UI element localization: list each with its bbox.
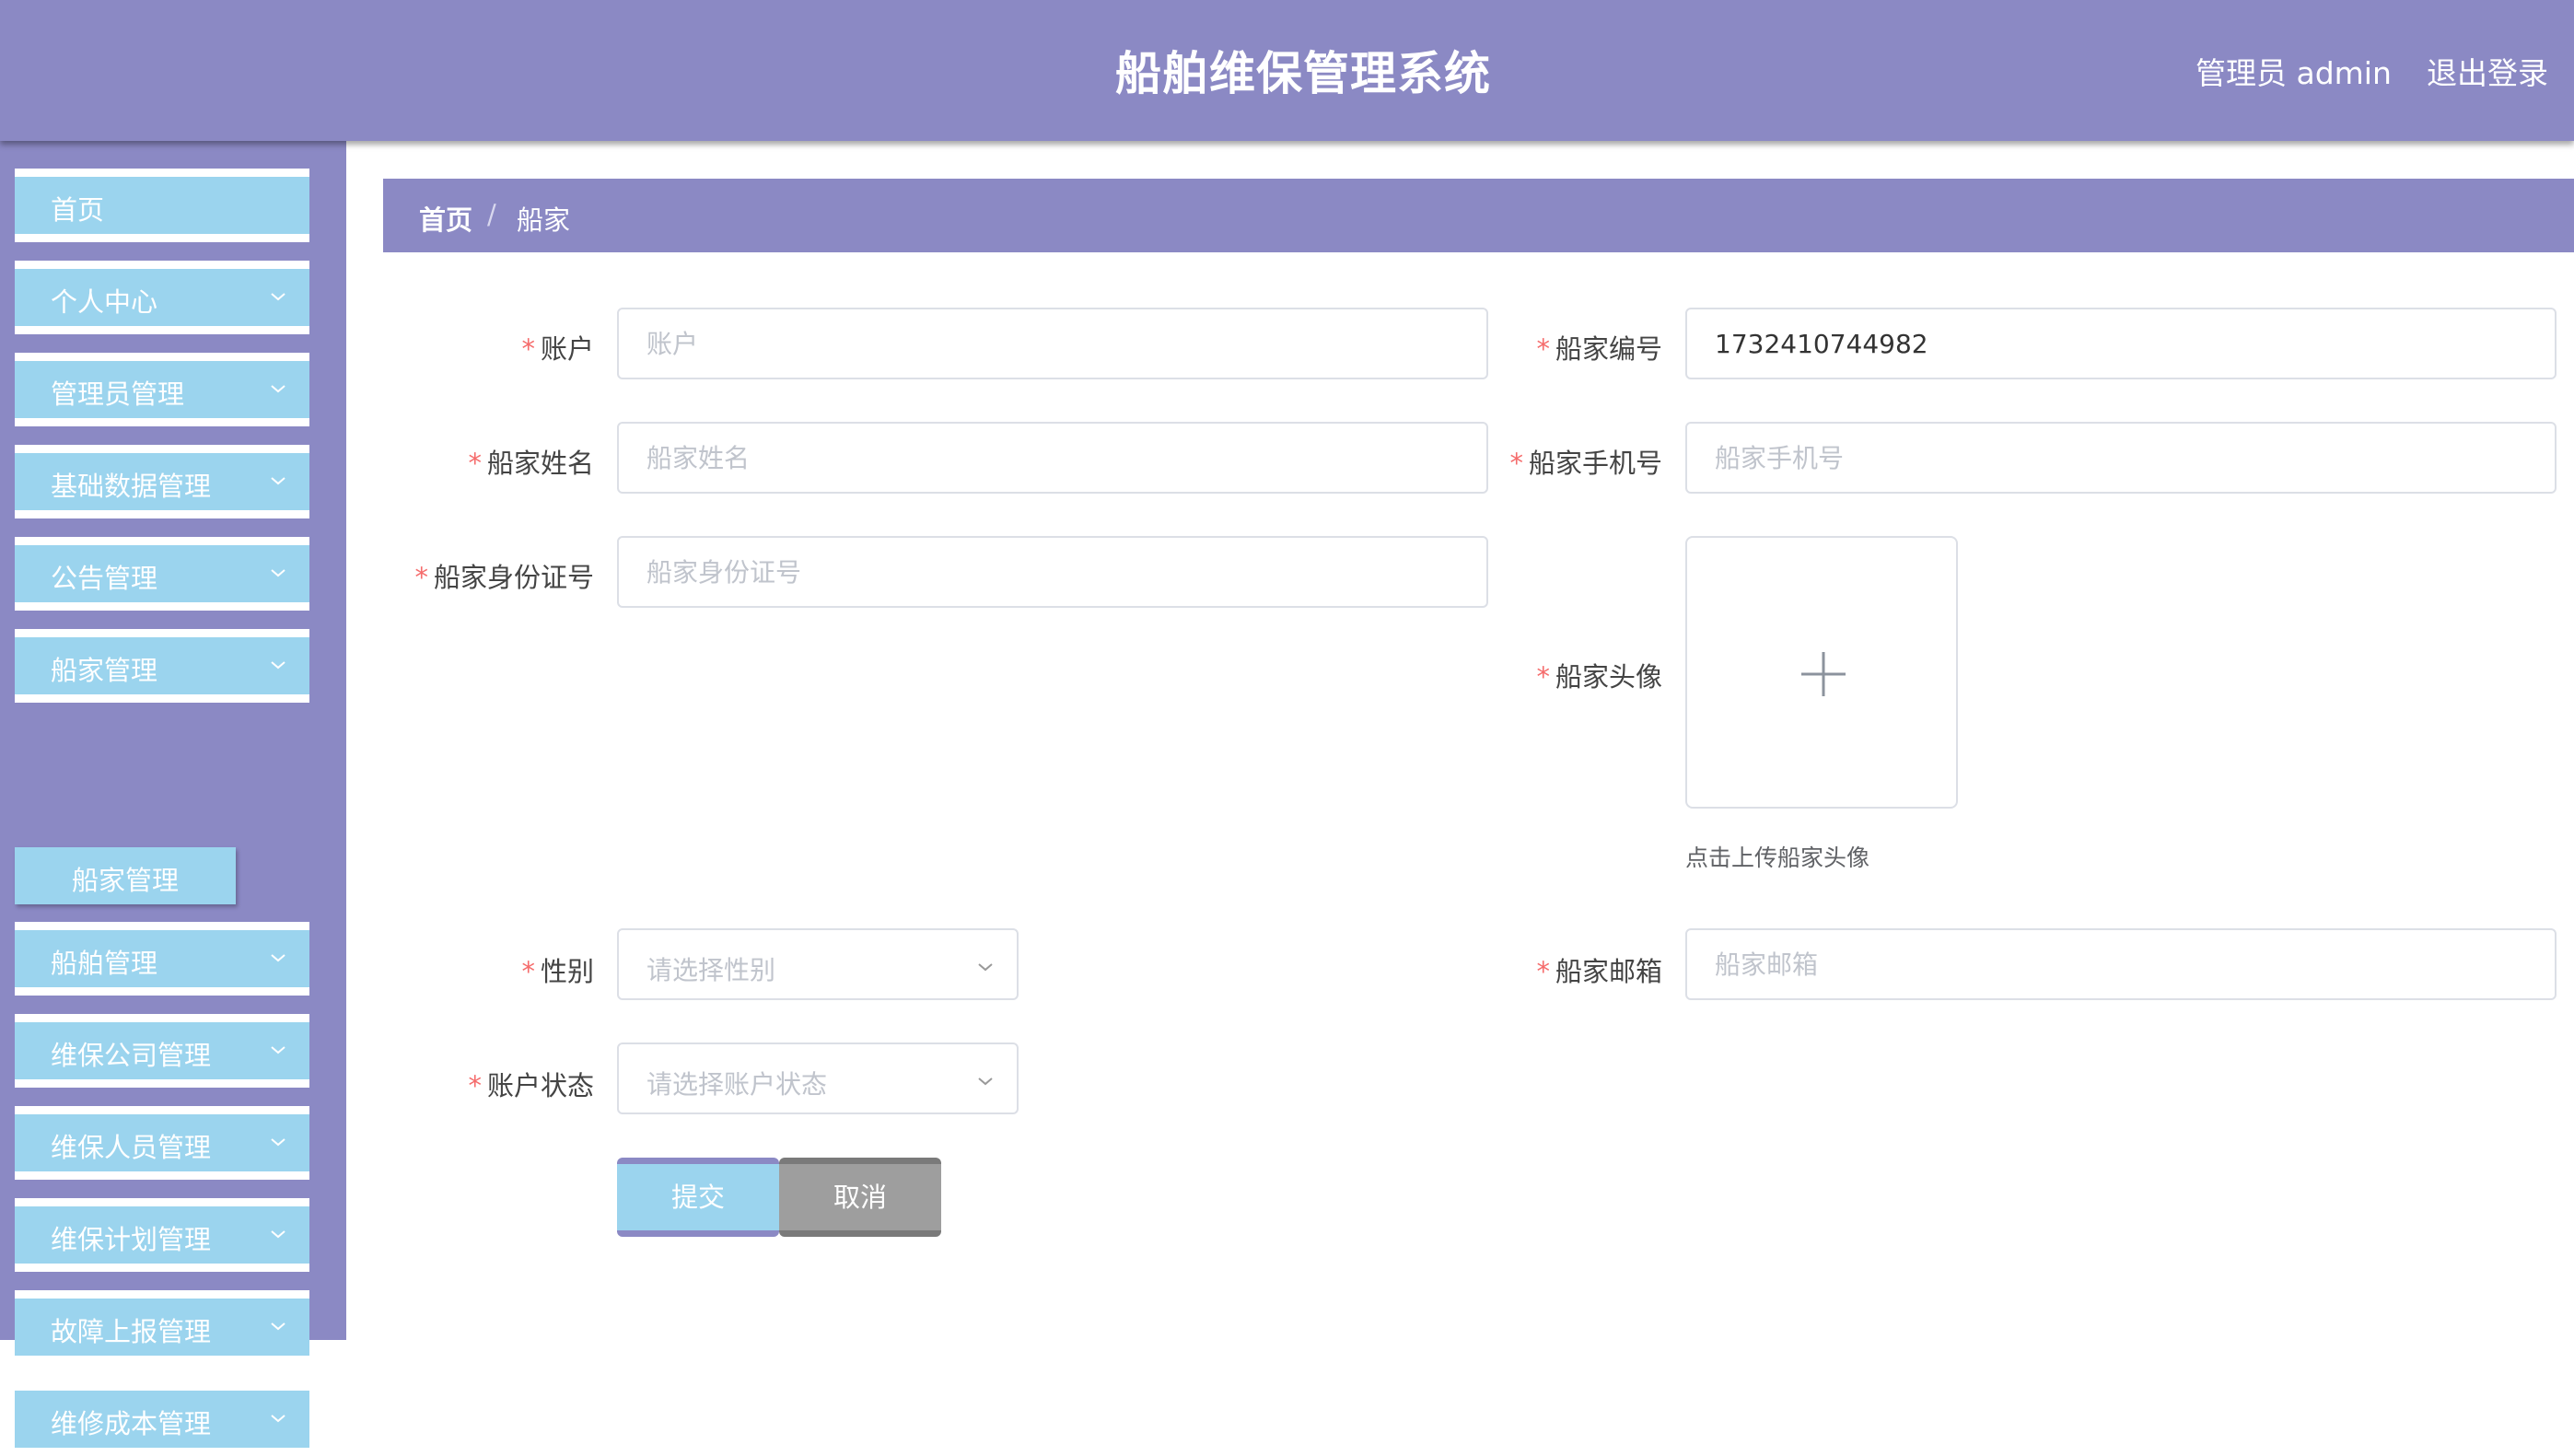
sidebar-item-label: 维保人员管理 [51, 1132, 212, 1163]
owner-no-input[interactable] [1687, 309, 2555, 378]
logout-link[interactable]: 退出登录 [2427, 49, 2548, 93]
cancel-button[interactable]: 取消 [779, 1158, 941, 1237]
chevron-down-icon [978, 963, 993, 972]
sidebar-item-label: 管理员管理 [51, 379, 185, 410]
account-status-select-placeholder: 请选择账户状态 [646, 1069, 828, 1100]
account-status-label: * 账户状态 [468, 1070, 594, 1101]
sidebar-item-announcements[interactable]: 公告管理 [15, 537, 309, 611]
email-input[interactable] [1687, 930, 2555, 998]
sidebar-item-label: 公告管理 [51, 563, 158, 594]
sidebar-item-label: 基础数据管理 [51, 471, 212, 502]
gender-select[interactable]: 请选择性别 [617, 928, 1019, 1000]
sidebar: 首页 个人中心 管理员管理 基础数据管理 公告管理 船家管理 船家管理 船舶管理… [0, 141, 346, 1456]
chevron-down-icon [271, 569, 285, 577]
avatar-upload-hint: 点击上传船家头像 [1685, 844, 1870, 871]
sidebar-item-maintenance-plan[interactable]: 维保计划管理 [15, 1198, 309, 1272]
owner-id-card-label: * 船家身份证号 [414, 562, 594, 593]
chevron-down-icon [271, 293, 285, 301]
chevron-down-icon [271, 954, 285, 962]
account-status-select[interactable]: 请选择账户状态 [617, 1042, 1019, 1114]
sidebar-item-label: 个人中心 [51, 286, 158, 318]
submit-button[interactable]: 提交 [617, 1158, 779, 1237]
owner-no-field[interactable] [1685, 308, 2557, 379]
breadcrumb-home[interactable]: 首页 [419, 199, 472, 238]
sidebar-item-admin-management[interactable]: 管理员管理 [15, 353, 309, 426]
chevron-down-icon [271, 1415, 285, 1423]
sidebar-item-ship-management[interactable]: 船舶管理 [15, 922, 309, 996]
owner-name-input[interactable] [619, 424, 1486, 492]
chevron-down-icon [978, 1077, 993, 1086]
owner-phone-field[interactable] [1685, 422, 2557, 494]
sidebar-item-label: 维保计划管理 [51, 1224, 212, 1255]
app-title: 船舶维保管理系统 [1115, 47, 1491, 100]
sidebar-item-label: 维保公司管理 [51, 1040, 212, 1071]
sidebar-item-label: 故障上报管理 [51, 1316, 212, 1347]
owner-id-card-field[interactable] [617, 536, 1488, 608]
current-user: 管理员 admin [2195, 55, 2392, 91]
chevron-down-icon [271, 661, 285, 670]
account-label: * 账户 [521, 333, 594, 365]
gender-select-placeholder: 请选择性别 [646, 955, 776, 985]
sidebar-item-label: 维修成本管理 [51, 1408, 212, 1439]
account-input[interactable] [619, 309, 1486, 378]
avatar-label: * 船家头像 [1536, 661, 1662, 693]
chevron-down-icon [271, 1230, 285, 1239]
chevron-down-icon [271, 1138, 285, 1147]
breadcrumb-current: 船家 [517, 204, 571, 236]
email-label: * 船家邮箱 [1536, 956, 1662, 987]
top-header: 船舶维保管理系统 管理员 admin 退出登录 [0, 0, 2574, 141]
sidebar-item-maintenance-company[interactable]: 维保公司管理 [15, 1014, 309, 1088]
owner-no-label: * 船家编号 [1536, 333, 1662, 365]
sidebar-item-basic-data[interactable]: 基础数据管理 [15, 445, 309, 518]
plus-icon [1801, 652, 1846, 696]
sidebar-item-maintenance-staff[interactable]: 维保人员管理 [15, 1106, 309, 1180]
sidebar-item-label: 船舶管理 [51, 948, 158, 979]
breadcrumb: 首页 / 船家 [383, 179, 2574, 252]
sidebar-item-fault-report[interactable]: 故障上报管理 [15, 1290, 309, 1364]
sidebar-subitem-owner-management[interactable]: 船家管理 [15, 847, 236, 904]
chevron-down-icon [271, 1322, 285, 1331]
gender-label: * 性别 [521, 956, 594, 987]
sidebar-item-label: 船家管理 [51, 655, 158, 686]
chevron-down-icon [271, 477, 285, 485]
sidebar-item-personal-center[interactable]: 个人中心 [15, 261, 309, 334]
chevron-down-icon [271, 385, 285, 393]
owner-id-card-input[interactable] [619, 538, 1486, 606]
sidebar-item-label: 首页 [51, 194, 105, 226]
breadcrumb-separator: / [487, 199, 496, 230]
avatar-upload[interactable] [1685, 536, 1958, 809]
account-field[interactable] [617, 308, 1488, 379]
sidebar-item-home[interactable]: 首页 [15, 169, 309, 242]
sidebar-item-owner-management[interactable]: 船家管理 [15, 629, 309, 703]
sidebar-subitem-label: 船家管理 [72, 865, 180, 896]
owner-name-field[interactable] [617, 422, 1488, 494]
owner-name-label: * 船家姓名 [468, 448, 594, 479]
email-field[interactable] [1685, 928, 2557, 1000]
owner-phone-input[interactable] [1687, 424, 2555, 492]
chevron-down-icon [271, 1046, 285, 1054]
sidebar-item-repair-cost[interactable]: 维修成本管理 [15, 1382, 309, 1456]
owner-phone-label: * 船家手机号 [1509, 448, 1662, 479]
